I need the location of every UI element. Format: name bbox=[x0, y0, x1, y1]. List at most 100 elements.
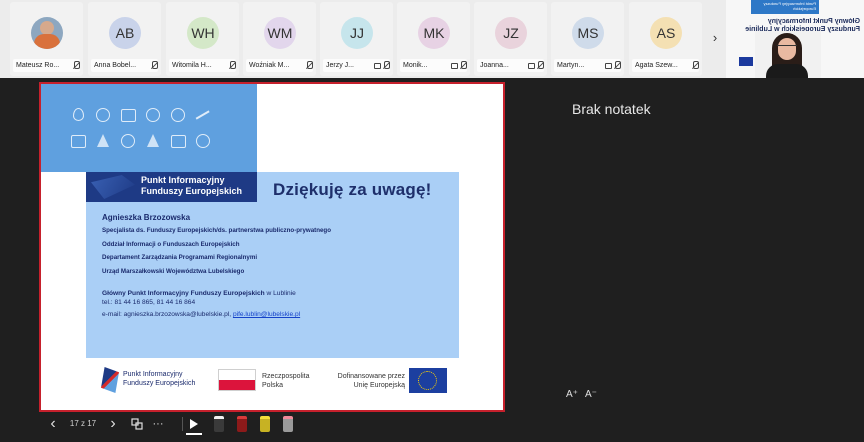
participant-name: Witomila H... bbox=[172, 62, 212, 69]
slide-title: Dziękuję za uwagę! bbox=[273, 180, 432, 199]
previous-slide-button[interactable]: ‹ bbox=[46, 413, 60, 435]
participant-avatar: WH bbox=[187, 17, 219, 49]
participant-photo bbox=[31, 17, 63, 49]
mic-muted-icon bbox=[692, 61, 699, 70]
logo-text: Polska bbox=[262, 382, 284, 389]
presentation-toolbar: ‹ 17 z 17 › ··· bbox=[40, 413, 340, 435]
mic-muted-icon bbox=[151, 61, 158, 70]
participant-tile[interactable]: Mateusz Ro... bbox=[10, 2, 83, 76]
chart-icon bbox=[194, 106, 212, 124]
pen-red-tool[interactable] bbox=[237, 416, 247, 432]
icons-banner bbox=[41, 84, 257, 172]
participant-avatar: MK bbox=[418, 17, 450, 49]
train-icon bbox=[69, 132, 87, 150]
contact-line: Urząd Marszałkowski Województwa Lubelski… bbox=[102, 267, 245, 275]
camera-off-icon bbox=[605, 63, 612, 69]
logo-bar: Punkt Informacyjny Funduszy Europejskich… bbox=[101, 366, 451, 398]
preview-mirror-text: Główny Punkt Informacyjny bbox=[767, 18, 860, 25]
pointer-icon bbox=[190, 419, 198, 429]
slide-grid-button[interactable] bbox=[129, 413, 145, 435]
participant-avatar: MS bbox=[572, 17, 604, 49]
contact-line: Specjalista ds. Funduszy Europejskich/ds… bbox=[102, 227, 331, 234]
slide-counter: 17 z 17 bbox=[69, 419, 97, 428]
atom-icon bbox=[119, 132, 137, 150]
pife-logo-mark-icon bbox=[91, 175, 135, 199]
preview-bar-text: Punkt Informacyjny Funduszy Europejskich bbox=[763, 1, 816, 11]
participant-avatar: JZ bbox=[495, 17, 527, 49]
email-link[interactable]: pife.lublin@lubelskie.pl bbox=[233, 311, 300, 318]
eu-flag-icon bbox=[409, 368, 447, 393]
contact-phone: tel.: 81 44 16 865, 81 44 16 864 bbox=[102, 299, 196, 306]
participant-tile[interactable]: AS Agata Szew... bbox=[629, 2, 702, 76]
participant-avatar: AS bbox=[650, 17, 682, 49]
pife-logo: Punkt Informacyjny Funduszy Europejskich bbox=[101, 366, 205, 394]
mic-muted-icon bbox=[537, 61, 544, 70]
logo-text: Dofinansowane przez bbox=[337, 373, 405, 380]
presenter-video[interactable] bbox=[755, 31, 821, 78]
clock-icon bbox=[169, 106, 187, 124]
meeting-window: Mateusz Ro... AB Anna Bobel... WH Witomi… bbox=[0, 0, 864, 442]
participant-tile[interactable]: MS Martyn... bbox=[551, 2, 624, 76]
contact-name: Agnieszka Brzozowska bbox=[102, 213, 191, 222]
mic-muted-icon bbox=[306, 61, 313, 70]
font-increase-button[interactable]: A⁺ bbox=[566, 389, 578, 400]
contact-email: e-mail: agnieszka.brzozowska@lubelskie.p… bbox=[102, 311, 233, 318]
participant-name: Jerzy J... bbox=[326, 62, 355, 69]
logo-text: Funduszy Europejskich bbox=[123, 380, 196, 387]
participant-tile[interactable]: AB Anna Bobel... bbox=[88, 2, 161, 76]
contact-line: Oddział Informacji o Funduszach Europejs… bbox=[102, 240, 240, 248]
participant-name: Mateusz Ro... bbox=[16, 62, 60, 69]
eraser-tool[interactable] bbox=[283, 416, 293, 432]
rp-logo: Rzeczpospolita Polska bbox=[218, 366, 322, 394]
eu-logo: Dofinansowane przez Unię Europejską bbox=[331, 366, 451, 394]
camera-off-icon bbox=[374, 63, 381, 69]
logo-text: Punkt Informacyjny bbox=[123, 371, 183, 378]
leaf-icon bbox=[69, 106, 87, 124]
presentation-slide: Punkt Informacyjny Funduszy Europejskich… bbox=[39, 82, 505, 412]
location-icon bbox=[94, 106, 112, 124]
highlighter-tool[interactable] bbox=[260, 416, 270, 432]
speaker-notes: Brak notatek bbox=[572, 101, 651, 117]
logo-text: Unię Europejską bbox=[353, 382, 405, 389]
pife-logo-icon bbox=[101, 367, 119, 393]
contact-line: Departament Zarządzania Programami Regio… bbox=[102, 254, 258, 261]
pointer-tool-button[interactable] bbox=[186, 413, 202, 435]
next-slide-button[interactable]: › bbox=[106, 413, 120, 435]
grid-icon bbox=[131, 418, 143, 430]
participant-avatar: AB bbox=[109, 17, 141, 49]
tree-icon bbox=[194, 132, 212, 150]
mic-muted-icon bbox=[73, 61, 80, 70]
chevron-right-icon[interactable]: › bbox=[709, 30, 721, 46]
font-decrease-button[interactable]: A⁻ bbox=[585, 389, 597, 400]
person-icon bbox=[144, 106, 162, 124]
polish-flag-icon bbox=[218, 369, 256, 391]
camera-off-icon bbox=[451, 63, 458, 69]
camera-off-icon bbox=[528, 63, 535, 69]
participant-tile[interactable]: JJ Jerzy J... bbox=[320, 2, 393, 76]
logo-text: Rzeczpospolita bbox=[262, 373, 310, 380]
pife-header-logo: Punkt Informacyjny Funduszy Europejskich bbox=[86, 172, 257, 202]
eu-flag-icon bbox=[739, 57, 753, 66]
camera-icon bbox=[119, 106, 137, 124]
participant-name: Anna Bobel... bbox=[94, 62, 137, 69]
participant-strip: Mateusz Ro... AB Anna Bobel... WH Witomi… bbox=[0, 0, 864, 78]
header-logo-line: Funduszy Europejskich bbox=[141, 186, 243, 196]
participant-tile[interactable]: WM Woźniak M... bbox=[243, 2, 316, 76]
mic-muted-icon bbox=[229, 61, 236, 70]
participant-tile[interactable]: MK Monik... bbox=[397, 2, 470, 76]
participant-name: Woźniak M... bbox=[249, 62, 290, 69]
participant-avatar: JJ bbox=[341, 17, 373, 49]
puzzle-icon bbox=[169, 132, 187, 150]
header-logo-line: Punkt Informacyjny bbox=[141, 175, 225, 185]
participant-name: Monik... bbox=[403, 62, 428, 69]
participant-tile[interactable]: JZ Joanna... bbox=[474, 2, 547, 76]
participant-tile[interactable]: WH Witomila H... bbox=[166, 2, 239, 76]
rocket-icon bbox=[94, 132, 112, 150]
participant-name: Martyn... bbox=[557, 62, 585, 69]
contact-info: Agnieszka Brzozowska Specjalista ds. Fun… bbox=[102, 212, 442, 319]
participant-name: Joanna... bbox=[480, 62, 509, 69]
pen-black-tool[interactable] bbox=[214, 416, 224, 432]
more-options-button[interactable]: ··· bbox=[150, 413, 166, 435]
office-city: w Lublinie bbox=[264, 290, 296, 297]
mic-muted-icon bbox=[460, 61, 467, 70]
